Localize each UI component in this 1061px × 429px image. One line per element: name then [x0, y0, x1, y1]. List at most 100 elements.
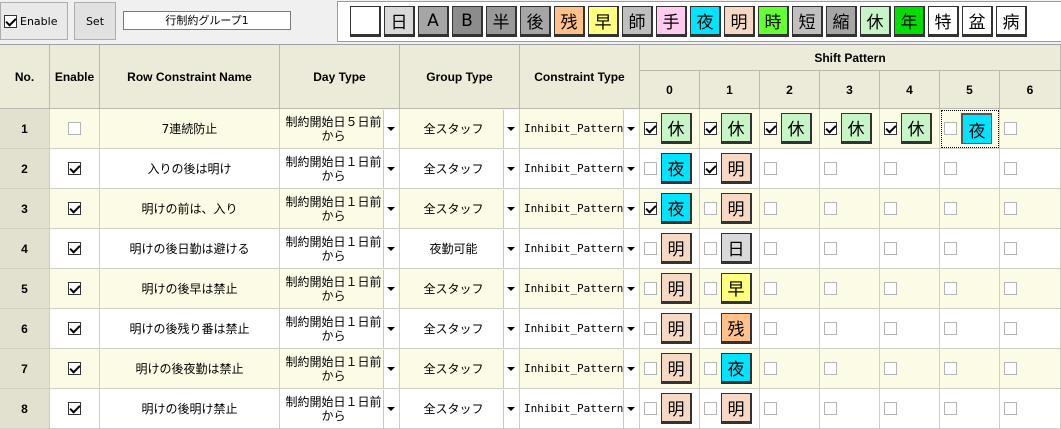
palette-shift-button[interactable]: 時: [758, 6, 789, 37]
chevron-down-icon[interactable]: [383, 269, 398, 308]
pattern-checkbox[interactable]: [824, 202, 837, 215]
chevron-down-icon[interactable]: [383, 309, 398, 348]
palette-shift-button[interactable]: 明: [724, 6, 755, 37]
shift-button[interactable]: 休: [841, 113, 872, 144]
row-enable-cell[interactable]: [50, 269, 100, 309]
chevron-down-icon[interactable]: [503, 229, 518, 268]
pattern-cell[interactable]: [940, 149, 1000, 189]
pattern-checkbox[interactable]: [764, 162, 777, 175]
row-enable-checkbox[interactable]: [68, 402, 81, 415]
chevron-down-icon[interactable]: [623, 389, 639, 428]
pattern-checkbox[interactable]: [644, 162, 657, 175]
chevron-down-icon[interactable]: [503, 109, 518, 148]
pattern-cell[interactable]: [820, 149, 880, 189]
row-constraint-name[interactable]: 入りの後は明け: [100, 149, 280, 189]
row-enable-checkbox[interactable]: [68, 242, 81, 255]
pattern-cell[interactable]: [760, 189, 820, 229]
pattern-cell[interactable]: [760, 349, 820, 389]
pattern-checkbox[interactable]: [704, 322, 717, 335]
group-type-dropdown[interactable]: 全スタッフ: [400, 269, 520, 309]
pattern-checkbox[interactable]: [704, 202, 717, 215]
shift-button[interactable]: 明: [721, 393, 752, 424]
shift-button[interactable]: 早: [721, 273, 752, 304]
pattern-cell[interactable]: [820, 389, 880, 429]
row-constraint-name[interactable]: 明けの後残り番は禁止: [100, 309, 280, 349]
pattern-cell[interactable]: [940, 229, 1000, 269]
pattern-checkbox[interactable]: [944, 122, 957, 135]
pattern-checkbox[interactable]: [704, 242, 717, 255]
pattern-checkbox[interactable]: [884, 362, 897, 375]
row-constraint-name[interactable]: 明けの後日勤は避ける: [100, 229, 280, 269]
pattern-checkbox[interactable]: [944, 282, 957, 295]
row-constraint-name[interactable]: 明けの後明け禁止: [100, 389, 280, 429]
day-type-dropdown[interactable]: 制約開始日１日前から: [280, 189, 400, 229]
day-type-dropdown[interactable]: 制約開始日１日前から: [280, 309, 400, 349]
day-type-dropdown[interactable]: 制約開始日５日前から: [280, 109, 400, 149]
pattern-checkbox[interactable]: [824, 402, 837, 415]
palette-shift-button[interactable]: 年: [894, 6, 925, 37]
row-enable-checkbox[interactable]: [68, 122, 81, 135]
row-enable-checkbox[interactable]: [68, 282, 81, 295]
palette-shift-button[interactable]: 病: [996, 6, 1027, 37]
pattern-cell[interactable]: [880, 309, 940, 349]
chevron-down-icon[interactable]: [383, 389, 398, 428]
pattern-checkbox[interactable]: [644, 402, 657, 415]
pattern-checkbox[interactable]: [644, 242, 657, 255]
shift-button[interactable]: 夜: [961, 113, 992, 144]
row-constraint-name[interactable]: 7連続防止: [100, 109, 280, 149]
pattern-cell[interactable]: [760, 149, 820, 189]
set-button[interactable]: Set: [74, 2, 116, 40]
row-enable-checkbox[interactable]: [68, 202, 81, 215]
enable-check-icon[interactable]: [4, 14, 17, 28]
pattern-checkbox[interactable]: [704, 362, 717, 375]
day-type-dropdown[interactable]: 制約開始日１日前から: [280, 349, 400, 389]
pattern-cell[interactable]: [940, 269, 1000, 309]
pattern-checkbox[interactable]: [884, 202, 897, 215]
palette-shift-button[interactable]: 後: [520, 6, 551, 37]
chevron-down-icon[interactable]: [503, 269, 518, 308]
pattern-checkbox[interactable]: [824, 242, 837, 255]
constraint-type-dropdown[interactable]: Inhibit_Pattern: [520, 109, 640, 149]
shift-button[interactable]: 休: [661, 113, 692, 144]
pattern-checkbox[interactable]: [764, 402, 777, 415]
row-enable-checkbox[interactable]: [68, 162, 81, 175]
palette-shift-button[interactable]: 休: [860, 6, 891, 37]
pattern-checkbox[interactable]: [764, 202, 777, 215]
pattern-checkbox[interactable]: [1004, 122, 1017, 135]
pattern-cell[interactable]: 休: [760, 109, 820, 149]
day-type-dropdown[interactable]: 制約開始日１日前から: [280, 229, 400, 269]
group-type-dropdown[interactable]: 全スタッフ: [400, 309, 520, 349]
row-enable-cell[interactable]: [50, 109, 100, 149]
group-type-dropdown[interactable]: 全スタッフ: [400, 349, 520, 389]
day-type-dropdown[interactable]: 制約開始日１日前から: [280, 389, 400, 429]
pattern-cell[interactable]: [820, 269, 880, 309]
pattern-checkbox[interactable]: [824, 282, 837, 295]
group-type-dropdown[interactable]: 全スタッフ: [400, 189, 520, 229]
shift-button[interactable]: 休: [781, 113, 812, 144]
pattern-checkbox[interactable]: [1004, 162, 1017, 175]
shift-button[interactable]: 夜: [721, 353, 752, 384]
pattern-cell[interactable]: 休: [880, 109, 940, 149]
pattern-cell[interactable]: [880, 149, 940, 189]
chevron-down-icon[interactable]: [623, 269, 639, 308]
pattern-checkbox[interactable]: [1004, 362, 1017, 375]
shift-button[interactable]: 休: [901, 113, 932, 144]
chevron-down-icon[interactable]: [383, 229, 398, 268]
pattern-checkbox[interactable]: [644, 322, 657, 335]
palette-shift-button[interactable]: B: [452, 6, 483, 37]
constraint-type-dropdown[interactable]: Inhibit_Pattern: [520, 389, 640, 429]
pattern-checkbox[interactable]: [944, 202, 957, 215]
pattern-cell[interactable]: [760, 269, 820, 309]
chevron-down-icon[interactable]: [503, 349, 518, 388]
pattern-cell[interactable]: 明: [700, 389, 760, 429]
pattern-cell[interactable]: [940, 189, 1000, 229]
shift-button[interactable]: 残: [721, 313, 752, 344]
chevron-down-icon[interactable]: [623, 229, 639, 268]
palette-shift-button[interactable]: 半: [486, 6, 517, 37]
palette-shift-button[interactable]: [350, 6, 381, 37]
pattern-checkbox[interactable]: [824, 122, 837, 135]
pattern-cell[interactable]: 明: [640, 269, 700, 309]
pattern-checkbox[interactable]: [764, 362, 777, 375]
chevron-down-icon[interactable]: [503, 149, 518, 188]
pattern-checkbox[interactable]: [1004, 322, 1017, 335]
